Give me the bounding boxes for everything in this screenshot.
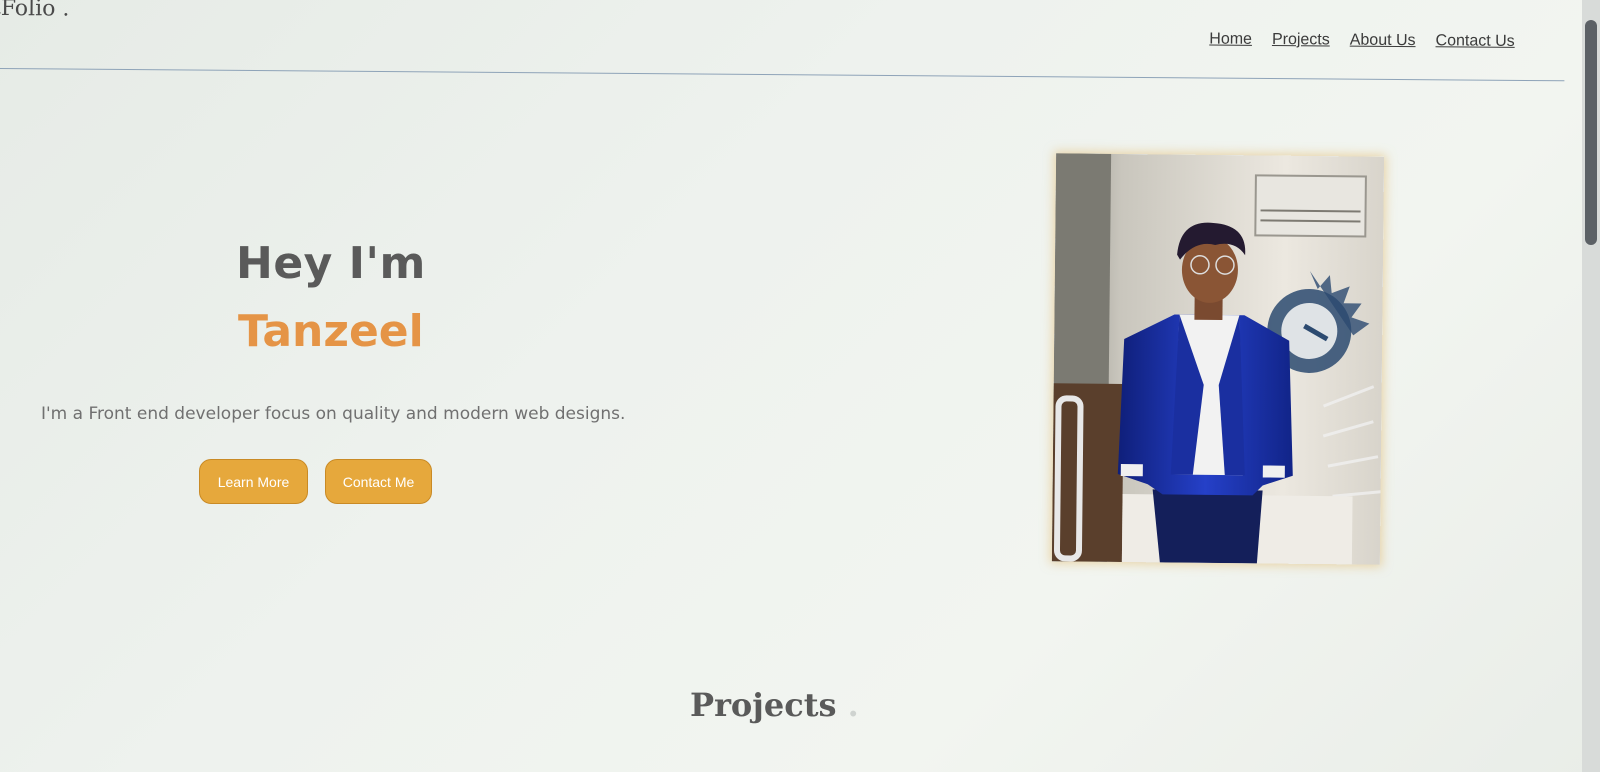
hero-greeting: Hey I'm [236, 238, 426, 289]
nav-projects-link[interactable]: Projects [1272, 31, 1330, 49]
projects-heading-dot: . [847, 686, 859, 724]
hero-name: Tanzeel [238, 306, 424, 357]
learn-more-button[interactable]: Learn More [199, 459, 308, 504]
site-logo[interactable]: tFolio . [0, 0, 69, 22]
nav-home-link[interactable]: Home [1209, 30, 1252, 48]
nav-about-link[interactable]: About Us [1350, 32, 1416, 51]
main-nav: Home Projects About Us Contact Us [1209, 30, 1515, 50]
vertical-scrollbar[interactable] [1582, 0, 1600, 772]
nav-contact-link[interactable]: Contact Us [1436, 32, 1515, 51]
projects-heading: Projects [690, 686, 837, 724]
site-header: tFolio . Home Projects About Us Contact … [0, 0, 1565, 82]
contact-me-button[interactable]: Contact Me [325, 459, 432, 504]
profile-photo [1051, 153, 1385, 565]
scrollbar-thumb[interactable] [1585, 20, 1597, 245]
projects-section-title: Projects . [690, 686, 859, 724]
hero-tagline: I'm a Front end developer focus on quali… [41, 404, 626, 424]
